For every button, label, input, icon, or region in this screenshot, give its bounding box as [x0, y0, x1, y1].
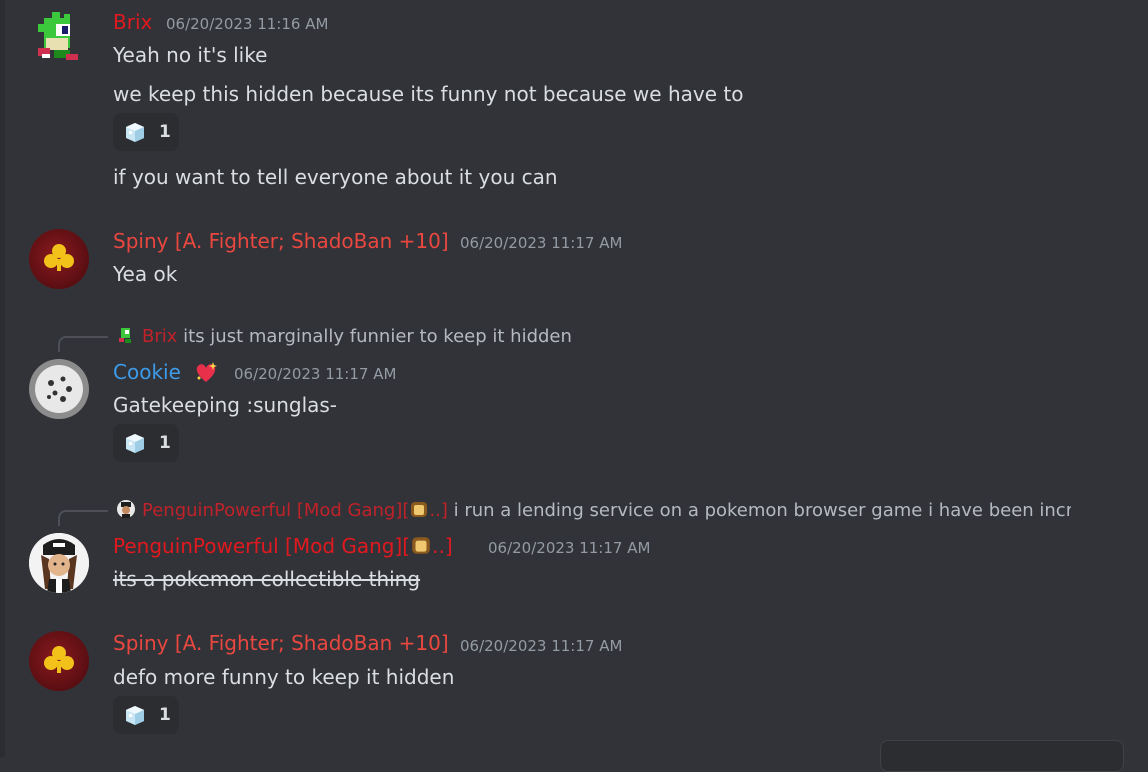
- timestamp: 06/20/2023 11:16 AM: [166, 15, 329, 33]
- author-name[interactable]: Brix: [113, 10, 152, 34]
- avatar-penguinpowerful[interactable]: [29, 533, 89, 593]
- message-text: Yea ok: [113, 262, 178, 286]
- ice-cube-icon: [126, 434, 144, 453]
- timestamp: 06/20/2023 11:17 AM: [460, 234, 623, 252]
- avatar-brix[interactable]: [30, 10, 90, 70]
- left-edge: [0, 0, 5, 757]
- avatar-spiny[interactable]: [29, 229, 89, 289]
- reaction-count: 1: [159, 122, 171, 142]
- avatar-spiny[interactable]: [29, 631, 89, 691]
- author-name[interactable]: Spiny [A. Fighter; ShadoBan +10]: [113, 229, 449, 253]
- ice-cube-icon: [126, 123, 144, 142]
- penguin-mini-avatar-icon: [117, 500, 135, 518]
- reaction-count: 1: [159, 705, 171, 725]
- reply-author[interactable]: Brix: [142, 326, 177, 347]
- timestamp: 06/20/2023 11:17 AM: [460, 637, 623, 655]
- reply-preview[interactable]: Brix its just marginally funnier to keep…: [116, 325, 572, 348]
- timestamp: 06/20/2023 11:17 AM: [234, 365, 397, 383]
- reply-connector: [58, 510, 108, 526]
- message-text: if you want to tell everyone about it yo…: [113, 165, 558, 189]
- reaction-ice-cube[interactable]: 1: [113, 113, 179, 151]
- author-name[interactable]: Cookie: [113, 360, 181, 384]
- author-name[interactable]: PenguinPowerful [Mod Gang][..]: [113, 534, 453, 558]
- reply-connector: [58, 336, 108, 352]
- message-text: its a pokemon collectible thing: [113, 567, 421, 591]
- reply-preview[interactable]: PenguinPowerful [Mod Gang][..] i run a l…: [116, 499, 1071, 522]
- ice-cube-icon: [126, 706, 144, 725]
- partial-popup[interactable]: [880, 740, 1124, 772]
- reply-text: i run a lending service on a pokemon bro…: [453, 500, 1071, 521]
- timestamp: 06/20/2023 11:17 AM: [488, 539, 651, 557]
- author-name[interactable]: Spiny [A. Fighter; ShadoBan +10]: [113, 631, 449, 655]
- bread-icon: [411, 502, 428, 517]
- reaction-ice-cube[interactable]: 1: [113, 696, 179, 734]
- avatar-cookie[interactable]: [29, 359, 89, 419]
- message-text: Yeah no it's like: [113, 43, 268, 67]
- brix-mini-avatar-icon: [119, 328, 131, 343]
- message-text: Gatekeeping :sunglas-: [113, 393, 338, 417]
- sparkling-heart-icon: [196, 362, 217, 382]
- reaction-ice-cube[interactable]: 1: [113, 424, 179, 462]
- bread-icon: [412, 537, 430, 554]
- reply-author[interactable]: PenguinPowerful [Mod Gang][..]: [142, 500, 448, 521]
- message-text: defo more funny to keep it hidden: [113, 665, 455, 689]
- reaction-count: 1: [159, 433, 171, 453]
- message-text: we keep this hidden because its funny no…: [113, 82, 744, 106]
- reply-text: its just marginally funnier to keep it h…: [183, 326, 572, 347]
